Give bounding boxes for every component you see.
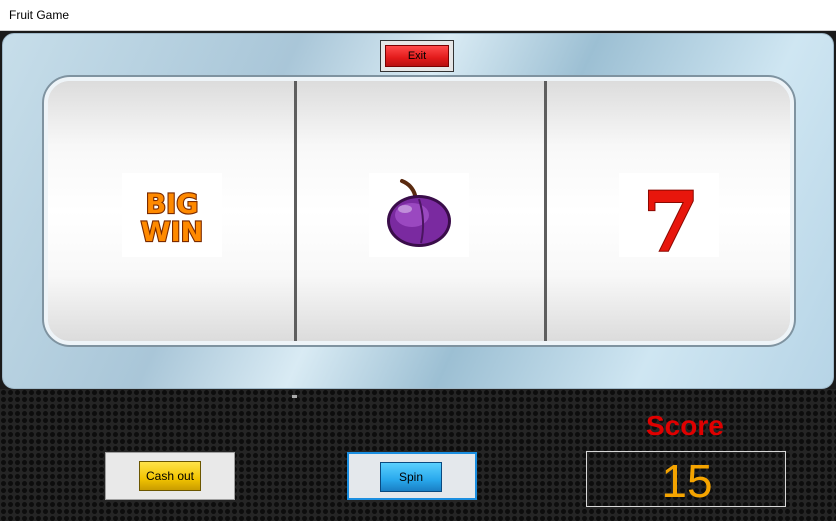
spin-button[interactable]: Spin	[380, 462, 442, 492]
score-label: Score	[646, 410, 724, 441]
window-title: Fruit Game	[9, 8, 70, 22]
plum-icon	[369, 173, 469, 257]
reel-3: 7	[547, 81, 790, 341]
title-bar: Fruit Game	[0, 0, 836, 31]
reel-2	[297, 81, 544, 341]
cash-out-button[interactable]: Cash out	[139, 461, 201, 491]
exit-button-frame[interactable]: Exit	[380, 40, 454, 72]
lucky-seven-icon: 7	[619, 173, 719, 272]
big-win-text-bottom: WIN	[141, 217, 203, 248]
big-win-text-top: BIG	[146, 189, 199, 220]
big-win-icon: BIG WIN	[122, 173, 222, 257]
exit-button[interactable]: Exit	[385, 45, 449, 67]
score-value: 15	[661, 455, 713, 507]
score-display: 15	[586, 451, 786, 507]
divider-mark	[292, 395, 297, 398]
reel-1: BIG WIN	[48, 81, 294, 341]
svg-text:7: 7	[642, 175, 699, 257]
spin-panel: Spin	[347, 452, 477, 500]
cash-out-panel: Cash out	[105, 452, 235, 500]
reel-window: BIG WIN 7	[44, 77, 794, 345]
